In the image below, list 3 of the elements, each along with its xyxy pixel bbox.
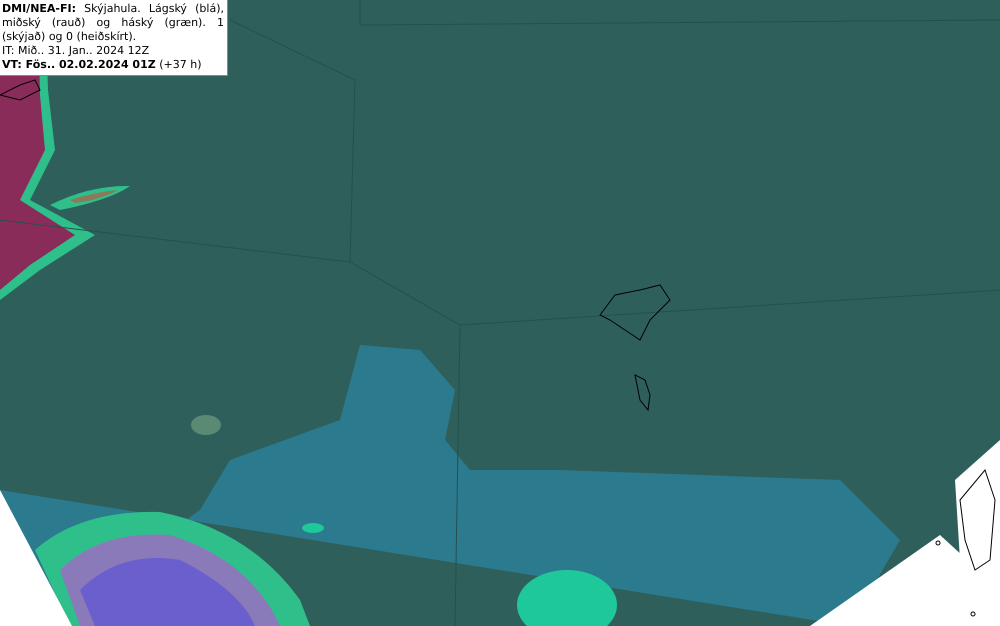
legend-description: DMI/NEA-FI: Skýjahula. Lágský (blá), miðský (rauð) og háský (græn). 1 (skýjað) og 0 (heiðskírt). <box>2 2 224 44</box>
valid-time: VT: Fös.. 02.02.2024 01Z (+37 h) <box>2 58 202 72</box>
initial-time: IT: Mið.. 31. Jan.. 2024 12Z <box>2 44 150 58</box>
